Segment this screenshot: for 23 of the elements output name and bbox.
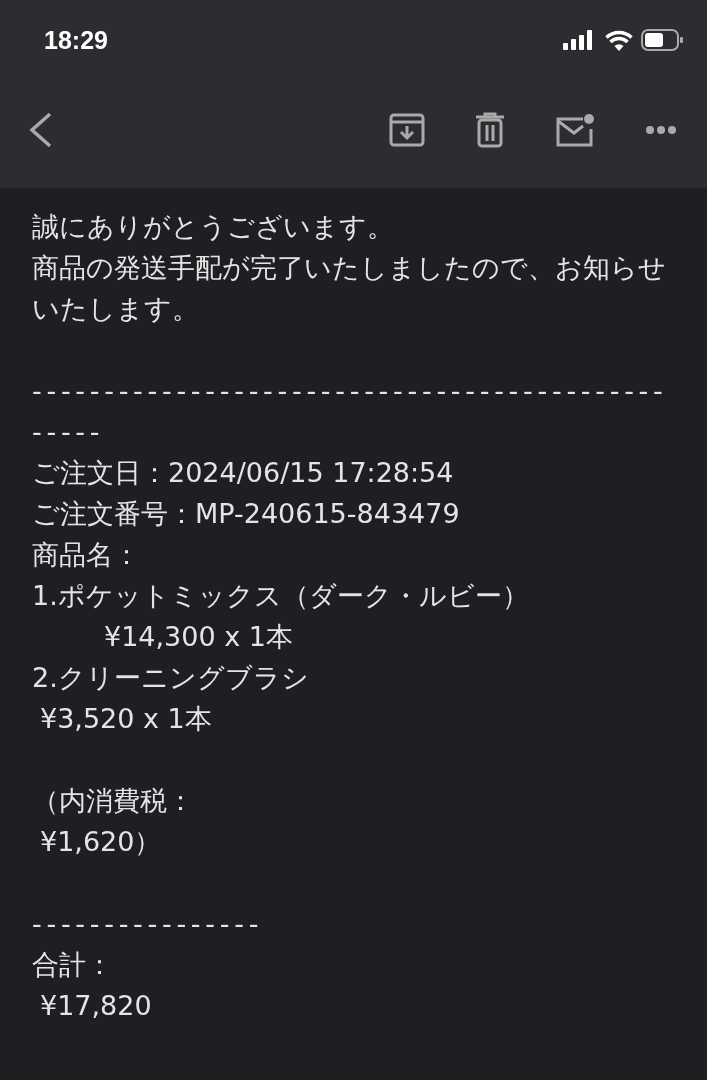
- email-text: ご注文日：2024/06/15 17:28:54: [32, 456, 455, 490]
- email-text: 誠にありがとうございます。: [32, 210, 395, 244]
- battery-icon: [641, 29, 683, 51]
- status-time: 18:29: [44, 25, 109, 55]
- wifi-icon: [605, 29, 633, 51]
- email-text: ¥1,620）: [39, 825, 163, 859]
- email-text: （内消費税：: [32, 784, 195, 818]
- divider-text: ----------------: [32, 907, 265, 941]
- mark-unread-button[interactable]: [555, 113, 595, 147]
- email-text: ご注文番号：MP-240615-843479: [32, 497, 461, 531]
- email-text: 1.ポケットミックス（ダーク・ルビー）: [32, 579, 530, 613]
- delete-button[interactable]: [475, 112, 505, 148]
- divider-text: -------------------------------------------------: [32, 374, 669, 449]
- email-text: 商品名：: [32, 538, 141, 572]
- email-text: 商品の発送手配が完了いたしましたので、お知らせいたします。: [32, 251, 667, 326]
- more-button[interactable]: [645, 125, 677, 135]
- email-text: ¥3,520 x 1本: [39, 702, 213, 736]
- archive-button[interactable]: [389, 113, 425, 147]
- email-text: ¥14,300 x 1本: [103, 620, 294, 654]
- email-text: 合計：: [32, 948, 114, 982]
- back-button[interactable]: [28, 112, 54, 148]
- email-text: ¥17,820: [39, 989, 153, 1023]
- email-text: 2.クリーニングブラシ: [32, 661, 310, 695]
